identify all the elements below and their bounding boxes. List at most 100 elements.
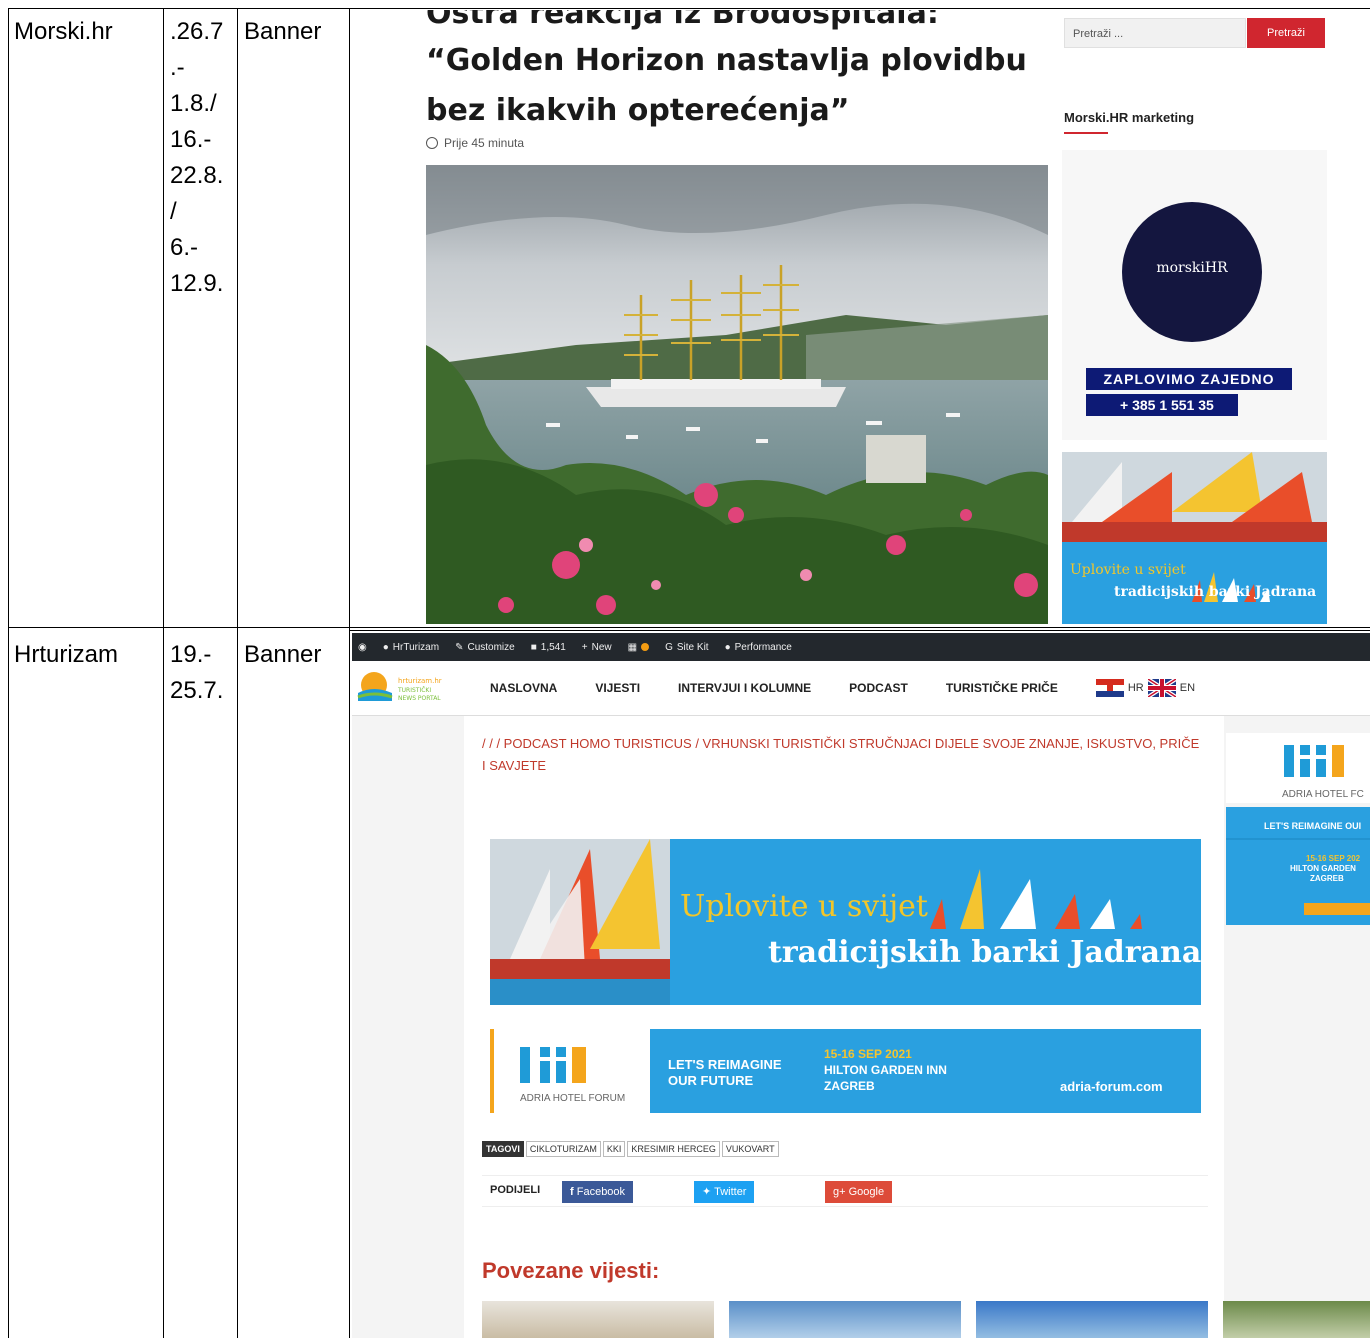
language-switcher: HR EN [1095, 679, 1195, 697]
nav-item-turisticke-price[interactable]: TURISTIČKE PRIČE [946, 681, 1058, 695]
dates-cell: .26.7 .- 1.8./ 16.- 22.8. / 6.- 12.9. [170, 18, 224, 297]
breadcrumb[interactable]: / / / PODCAST HOMO TURISTICUS / VRHUNSKI… [482, 733, 1202, 777]
lang-hr[interactable]: HR [1128, 682, 1144, 694]
traditional-boats-banner[interactable]: Uplovite u svijet tradicijskih barki Jad… [490, 839, 1201, 1005]
ad-line-2: tradicijskih barki Jadrana [1114, 584, 1317, 600]
wp-bar-item-sitekit[interactable]: G Site Kit [665, 642, 708, 653]
side-ad-date: 15-16 SEP 202 [1306, 854, 1361, 863]
tags-row: TAGOVI CIKLOTURIZAM KKI KRESIMIR HERCEG … [482, 1141, 779, 1157]
table-border [237, 8, 238, 1338]
morski-screenshot: Ostra reakcija iz Brodospitala: “Golden … [352, 10, 1370, 624]
main-navbar: hrturizam.hr TURISTIČKI NEWS PORTAL NASL… [352, 661, 1370, 716]
svg-text:NEWS PORTAL: NEWS PORTAL [398, 695, 441, 702]
phone-number: + 385 1 551 35 [1086, 394, 1238, 416]
ahf-venue-1: HILTON GARDEN INN [824, 1063, 947, 1077]
dates-cell: 19.- 25.7. [170, 641, 224, 704]
nav-item-naslovna[interactable]: NASLOVNA [490, 681, 557, 695]
search-input[interactable]: Pretraži ... [1064, 18, 1246, 48]
tag-item[interactable]: KRESIMIR HERCEG [627, 1141, 720, 1157]
twitter-label: Twitter [714, 1186, 747, 1198]
heading-underline [1064, 132, 1108, 134]
banner-line-2: tradicijskih barki Jadrana [768, 935, 1201, 970]
side-ad-venue-1: HILTON GARDEN [1290, 864, 1356, 873]
ahf-info-panel: LET'S REIMAGINE OUR FUTURE 15-16 SEP 202… [650, 1029, 1201, 1113]
google-share-button[interactable]: g+ Google [825, 1181, 893, 1203]
ad-line-1: Uplovite u svijet [1070, 562, 1186, 578]
tags-label: TAGOVI [482, 1141, 524, 1157]
table-border [349, 8, 350, 1338]
related-thumb[interactable] [729, 1301, 961, 1338]
clock-icon [426, 137, 438, 149]
wp-bar-item-seo[interactable]: ▦ [628, 642, 650, 653]
facebook-icon: f [570, 1186, 577, 1198]
related-thumb[interactable] [482, 1301, 714, 1338]
search-button[interactable]: Pretraži [1247, 18, 1325, 48]
share-row: PODIJELI f Facebook ✦ Twitter g+ Google [482, 1175, 1208, 1207]
wp-bar-item-customize[interactable]: ✎ Customize [455, 642, 515, 653]
morski-logo: morskiHR [1122, 202, 1262, 342]
wp-bar-label: Site Kit [676, 641, 709, 653]
nav-item-intervjui[interactable]: INTERVJUI I KOLUMNE [678, 681, 811, 695]
nav-item-vijesti[interactable]: VIJESTI [595, 681, 640, 695]
ahf-date: 15-16 SEP 2021 [824, 1047, 912, 1061]
wp-bar-label: HrTurizam [392, 641, 440, 653]
side-ad-graphic: ADRIA HOTEL FC LET'S REIMAGINE OUI 15-16… [1226, 733, 1370, 925]
hrturizam-logo[interactable]: hrturizam.hr TURISTIČKI NEWS PORTAL [356, 671, 460, 705]
wp-bar-label: Performance [734, 641, 792, 653]
side-ad-name: ADRIA HOTEL FC [1282, 789, 1364, 800]
uk-flag-icon[interactable] [1147, 679, 1176, 697]
facebook-share-button[interactable]: f Facebook [562, 1181, 634, 1203]
sailing-ship-photo [426, 165, 1048, 624]
share-label: PODIJELI [490, 1184, 541, 1196]
adria-hotel-forum-banner[interactable]: ADRIA HOTEL FORUM LET'S REIMAGINE OUR FU… [490, 1029, 1201, 1113]
ahf-slogan-2: OUR FUTURE [668, 1073, 754, 1088]
google-plus-icon: g+ [833, 1186, 849, 1198]
wp-bar-item-comments[interactable]: ■ 1,541 [531, 642, 566, 653]
traditional-boats-ad[interactable]: Uplovite u svijet tradicijskih barki Jad… [1062, 452, 1327, 624]
table-border [163, 8, 164, 1338]
article-time: Prije 45 minuta [426, 136, 524, 150]
tag-item[interactable]: VUKOVART [721, 1141, 779, 1157]
logo-graphic: hrturizam.hr TURISTIČKI NEWS PORTAL [357, 672, 442, 702]
logo-text: morskiHR [1156, 260, 1228, 276]
table-border [8, 8, 1370, 9]
wp-bar-item-site[interactable]: ● HrTurizam [383, 642, 439, 653]
hrturizam-screenshot: ◉ ● HrTurizam ✎ Customize ■ 1,541 + New … [352, 633, 1370, 1338]
croatia-flag-icon[interactable] [1095, 679, 1124, 697]
tag-item[interactable]: CIKLOTURIZAM [525, 1141, 601, 1157]
wp-bar-label: Customize [467, 641, 515, 653]
article-headline[interactable]: “Golden Horizon nastavlja plovidbu bez i… [426, 36, 1046, 136]
time-ago: Prije 45 minuta [444, 136, 525, 150]
svg-text:TURISTIČKI: TURISTIČKI [397, 687, 431, 694]
wp-bar-label: 1,541 [540, 641, 566, 653]
tag-item[interactable]: KKI [602, 1141, 626, 1157]
table-border [349, 630, 1370, 631]
related-thumb[interactable] [976, 1301, 1208, 1338]
table-border [8, 8, 9, 1338]
article-photo[interactable] [426, 165, 1048, 624]
morski-marketing-ad[interactable]: morskiHR ZAPLOVIMO ZAJEDNO + 385 1 551 3… [1062, 150, 1327, 440]
ahf-slogan-1: LET'S REIMAGINE [668, 1057, 782, 1072]
ahf-url: adria-forum.com [1060, 1079, 1163, 1094]
related-thumb[interactable] [1223, 1301, 1370, 1338]
twitter-icon: ✦ [702, 1186, 715, 1198]
ahf-venue-2: ZAGREB [824, 1079, 875, 1093]
side-ad-slogan: LET'S REIMAGINE OUI [1264, 821, 1361, 831]
article-content-area [464, 716, 1224, 1338]
wordpress-icon[interactable]: ◉ [358, 642, 367, 653]
wp-admin-bar: ◉ ● HrTurizam ✎ Customize ■ 1,541 + New … [352, 633, 1370, 661]
facebook-label: Facebook [576, 1186, 626, 1198]
ahf-name: ADRIA HOTEL FORUM [520, 1093, 625, 1104]
adria-forum-side-ad[interactable]: ADRIA HOTEL FC LET'S REIMAGINE OUI 15-16… [1226, 733, 1370, 933]
slogan-banner: ZAPLOVIMO ZAJEDNO [1086, 368, 1292, 390]
twitter-share-button[interactable]: ✦ Twitter [694, 1181, 755, 1203]
svg-text:hrturizam.hr: hrturizam.hr [398, 677, 442, 685]
nav-item-podcast[interactable]: PODCAST [849, 681, 908, 695]
lang-en[interactable]: EN [1180, 682, 1195, 694]
wp-bar-item-new[interactable]: + New [582, 642, 612, 653]
wp-bar-label: New [591, 641, 612, 653]
type-cell: Banner [244, 641, 322, 668]
ahf-logo: ADRIA HOTEL FORUM [490, 1029, 625, 1113]
table-border [8, 627, 1370, 628]
wp-bar-item-performance[interactable]: ● Performance [725, 642, 792, 653]
